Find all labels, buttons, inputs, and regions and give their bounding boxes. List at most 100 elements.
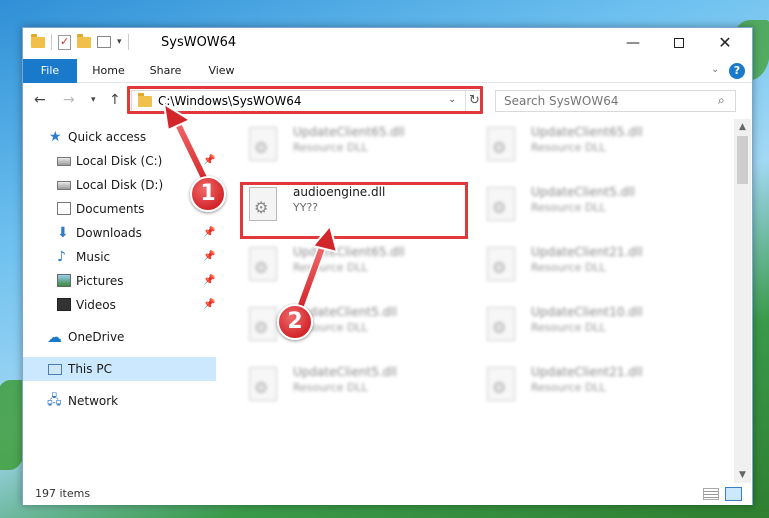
- close-button[interactable]: ✕: [702, 28, 748, 58]
- file-item[interactable]: UpdateClient5.dll Resource DLL: [243, 303, 463, 347]
- search-input[interactable]: [496, 91, 706, 111]
- item-count: 197 items: [35, 487, 91, 500]
- file-name: UpdateClient21.dll: [531, 245, 643, 259]
- tab-home[interactable]: Home: [81, 59, 136, 83]
- dll-file-icon: [487, 247, 515, 281]
- folder-icon: [138, 93, 152, 107]
- forward-arrow-icon[interactable]: →: [63, 92, 75, 108]
- file-item[interactable]: UpdateClient65.dll Resource DLL: [481, 123, 701, 167]
- dll-file-icon: [487, 307, 515, 341]
- address-bar[interactable]: C:\Windows\SysWOW64 ⌄ ↻: [131, 90, 483, 112]
- cloud-icon: ☁: [47, 328, 62, 346]
- dll-file-icon: [487, 367, 515, 401]
- dll-file-icon: [487, 187, 515, 221]
- sidebar-item-documents[interactable]: Documents 📌: [23, 197, 216, 221]
- address-dropdown-icon[interactable]: ⌄: [448, 94, 456, 105]
- videos-icon: [57, 298, 71, 311]
- toolbar-dropdown-icon[interactable]: ▾: [117, 37, 122, 47]
- file-type: Resource DLL: [531, 381, 606, 394]
- step-1-badge: 1: [190, 176, 226, 212]
- tab-view[interactable]: View: [196, 59, 247, 83]
- sidebar-item-this-pc[interactable]: This PC: [23, 357, 216, 381]
- step-2-badge: 2: [277, 304, 313, 340]
- large-icons-view-icon[interactable]: [725, 487, 742, 501]
- dll-file-icon: [249, 127, 277, 161]
- toolbar-separator: [51, 34, 52, 50]
- back-arrow-icon[interactable]: ←: [34, 92, 46, 108]
- address-path[interactable]: C:\Windows\SysWOW64: [158, 94, 302, 108]
- new-folder-icon[interactable]: [77, 33, 91, 48]
- sidebar-item-label: Music: [76, 250, 111, 264]
- scroll-down-icon[interactable]: ▼: [734, 467, 751, 483]
- sidebar-item-videos[interactable]: Videos 📌: [23, 293, 216, 317]
- sidebar-item-onedrive[interactable]: ☁ OneDrive: [23, 325, 216, 349]
- search-icon[interactable]: ⌕: [718, 93, 725, 108]
- refresh-icon[interactable]: ↻: [465, 91, 483, 111]
- vertical-scrollbar[interactable]: ▲ ▼: [734, 119, 751, 483]
- sidebar-item-music[interactable]: ♪ Music 📌: [23, 245, 216, 269]
- minimize-button[interactable]: —: [610, 28, 656, 58]
- file-type: Resource DLL: [531, 261, 606, 274]
- sidebar-item-quick-access[interactable]: ★ Quick access: [23, 125, 216, 149]
- file-item[interactable]: UpdateClient65.dll Resource DLL: [243, 123, 463, 167]
- file-item[interactable]: UpdateClient5.dll Resource DLL: [481, 183, 701, 227]
- tab-file[interactable]: File: [23, 59, 77, 83]
- sidebar-item-label: Local Disk (D:): [76, 178, 164, 192]
- sidebar-item-local-disk-c[interactable]: Local Disk (C:) 📌: [23, 149, 216, 173]
- window-title: SysWOW64: [161, 35, 237, 50]
- file-name: UpdateClient65.dll: [293, 125, 405, 139]
- sidebar-item-downloads[interactable]: ⬇ Downloads 📌: [23, 221, 216, 245]
- pictures-icon: [57, 274, 71, 287]
- toolbar-separator: [127, 34, 129, 50]
- tab-share[interactable]: Share: [140, 59, 191, 83]
- file-item-audioengine[interactable]: audioengine.dll YY??: [243, 183, 463, 227]
- recent-locations-icon[interactable]: ▾: [91, 95, 96, 105]
- scroll-up-icon[interactable]: ▲: [734, 119, 751, 135]
- pin-icon[interactable]: 📌: [203, 269, 215, 293]
- file-name: UpdateClient65.dll: [293, 245, 405, 259]
- dll-file-icon: [487, 127, 515, 161]
- sidebar-item-label: Documents: [76, 202, 145, 216]
- up-arrow-icon[interactable]: ↑: [109, 92, 121, 108]
- status-bar: 197 items: [23, 484, 752, 505]
- maximize-button[interactable]: [656, 28, 702, 58]
- file-name: UpdateClient5.dll: [531, 185, 635, 199]
- pin-icon[interactable]: 📌: [203, 245, 215, 269]
- sidebar-item-local-disk-d[interactable]: Local Disk (D:): [23, 173, 216, 197]
- sidebar-item-label: Quick access: [68, 130, 147, 144]
- file-type: Resource DLL: [293, 381, 368, 394]
- scroll-thumb[interactable]: [737, 136, 748, 184]
- maximize-icon: [674, 38, 684, 48]
- pin-icon[interactable]: 📌: [203, 149, 215, 173]
- file-name: UpdateClient10.dll: [531, 305, 643, 319]
- file-name: audioengine.dll: [293, 185, 386, 199]
- view-options-icon[interactable]: [97, 36, 111, 48]
- pin-icon[interactable]: 📌: [203, 293, 215, 317]
- sidebar-item-label: Downloads: [76, 226, 142, 240]
- sidebar-item-network[interactable]: 🖧 Network: [23, 389, 216, 413]
- properties-check-icon[interactable]: [58, 34, 71, 50]
- file-name: UpdateClient5.dll: [293, 365, 397, 379]
- explorer-window: ▾ SysWOW64 — ✕ File Home Share View ⌄ ? …: [22, 27, 753, 505]
- details-view-icon[interactable]: [703, 488, 719, 500]
- file-name: UpdateClient21.dll: [531, 365, 643, 379]
- sidebar-item-label: Local Disk (C:): [76, 154, 163, 168]
- title-bar: ▾ SysWOW64 — ✕: [23, 28, 752, 59]
- file-item[interactable]: UpdateClient5.dll Resource DLL: [243, 363, 463, 407]
- file-item[interactable]: UpdateClient10.dll Resource DLL: [481, 303, 701, 347]
- file-list: UpdateClient65.dll Resource DLL audioeng…: [239, 119, 733, 483]
- file-item[interactable]: UpdateClient21.dll Resource DLL: [481, 363, 701, 407]
- help-button[interactable]: ?: [729, 63, 745, 79]
- search-box[interactable]: ⌕: [495, 90, 736, 112]
- expand-ribbon-icon[interactable]: ⌄: [711, 64, 719, 75]
- file-type: Resource DLL: [531, 201, 606, 214]
- file-item[interactable]: UpdateClient65.dll Resource DLL: [243, 243, 463, 287]
- file-item[interactable]: UpdateClient21.dll Resource DLL: [481, 243, 701, 287]
- sidebar-item-pictures[interactable]: Pictures 📌: [23, 269, 216, 293]
- star-icon: ★: [49, 129, 62, 145]
- documents-icon: [57, 202, 71, 215]
- pin-icon[interactable]: 📌: [203, 221, 215, 245]
- sidebar-item-label: Network: [68, 394, 119, 408]
- dll-file-icon: [249, 247, 277, 281]
- sidebar-item-label: Pictures: [76, 274, 124, 288]
